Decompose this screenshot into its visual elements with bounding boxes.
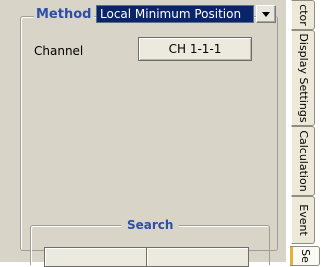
channel-label: Channel — [34, 44, 84, 58]
tab-calculation[interactable]: Calculation — [291, 126, 315, 196]
search-left-button[interactable] — [44, 247, 147, 267]
tab-ctor-label: ctor — [297, 4, 310, 26]
tab-event[interactable]: Event — [291, 196, 315, 244]
tab-search-label: Se — [298, 249, 312, 263]
tab-search[interactable]: Se — [290, 246, 320, 266]
method-dropdown[interactable]: Local Minimum Position — [96, 5, 254, 23]
settings-panel: Method Local Minimum Position Channel CH… — [0, 0, 286, 267]
tab-display-settings[interactable]: Display Settings — [291, 30, 315, 126]
tab-calculation-label: Calculation — [297, 130, 310, 192]
method-dropdown-button[interactable] — [256, 5, 276, 23]
tab-ctor[interactable]: ctor — [291, 0, 315, 30]
search-legend: Search — [121, 218, 180, 232]
method-dropdown-value: Local Minimum Position — [100, 7, 242, 21]
search-right-button[interactable] — [146, 247, 249, 267]
method-legend: Method — [34, 7, 95, 23]
tab-event-label: Event — [297, 204, 310, 236]
chevron-down-icon — [262, 12, 270, 17]
channel-button[interactable]: CH 1-1-1 — [138, 37, 252, 61]
tab-display-settings-label: Display Settings — [297, 33, 310, 123]
